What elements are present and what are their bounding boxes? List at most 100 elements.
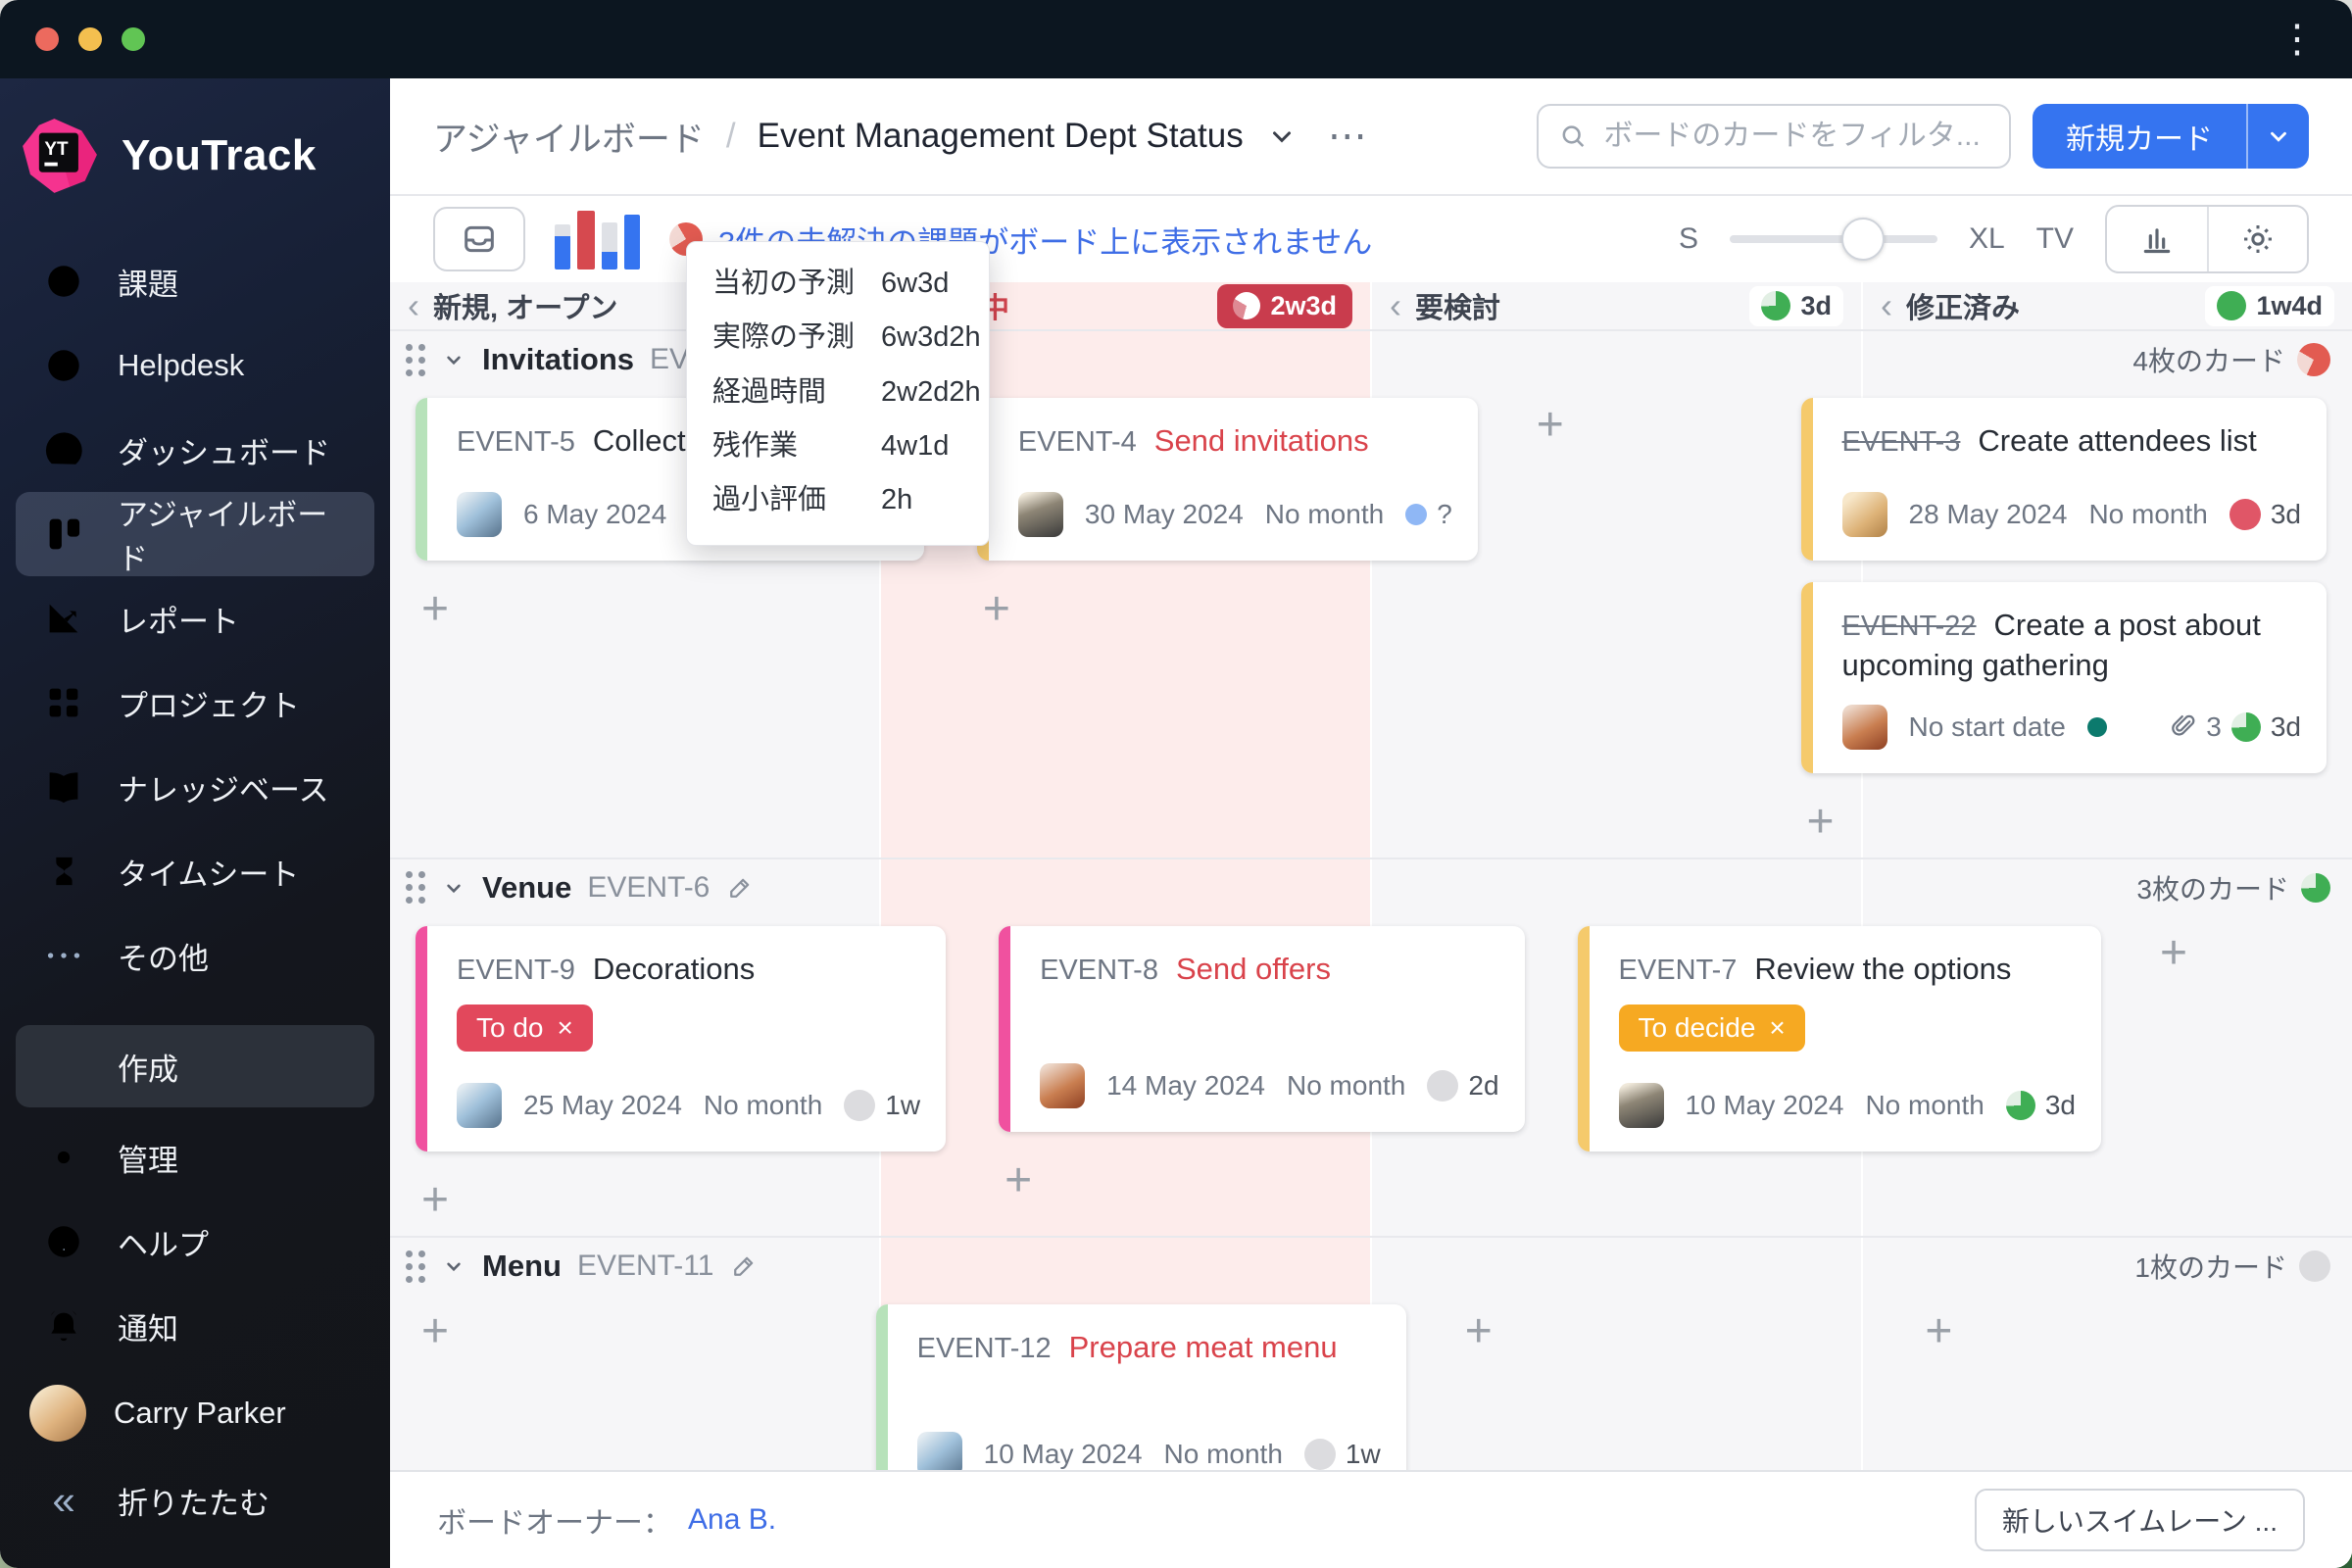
sidebar-item-issues[interactable]: 課題 xyxy=(0,239,390,323)
slider-knob[interactable] xyxy=(1840,218,1885,261)
card-event-9[interactable]: EVENT-9 Decorations To do × 25 May 2024 No… xyxy=(416,925,947,1152)
titlebar: ⋮ xyxy=(0,0,2352,78)
card-event-12[interactable]: EVENT-12 Prepare meat menu 10 May 2024 No… xyxy=(875,1304,1406,1470)
remove-tag-icon[interactable]: × xyxy=(1769,1012,1785,1044)
browser-menu-icon[interactable]: ⋮ xyxy=(2278,20,2317,59)
drag-handle-icon[interactable] xyxy=(406,871,425,905)
sidebar-item-reports[interactable]: レポート xyxy=(0,576,390,661)
tooltip-label: 残作業 xyxy=(712,430,799,463)
assignee-avatar[interactable] xyxy=(1841,704,1887,750)
swimlane-issue-id[interactable]: EVENT-6 xyxy=(587,871,710,905)
board-owner-link[interactable]: Ana B. xyxy=(688,1503,776,1537)
swimlane-title[interactable]: Menu xyxy=(482,1249,562,1284)
search-input[interactable] xyxy=(1603,120,1989,153)
card-event-7[interactable]: EVENT-7 Review the options To decide × 10 … xyxy=(1577,925,2101,1152)
tooltip-value: 6w3d2h xyxy=(881,321,981,354)
column-overdue-badge[interactable]: 2w3d xyxy=(1217,283,1352,328)
collapse-swimlane-icon[interactable] xyxy=(441,1253,466,1279)
sprint-dot-icon xyxy=(1405,504,1428,526)
chevron-down-icon[interactable] xyxy=(1267,122,1297,151)
column-time-badge[interactable]: 3d xyxy=(1749,285,1843,326)
sidebar-item-notifications[interactable]: 通知 xyxy=(0,1284,390,1368)
collapse-sidebar-button[interactable]: « 折りたたむ xyxy=(0,1458,390,1543)
card-event-22[interactable]: EVENT-22 Create a post about upcoming gat… xyxy=(1800,582,2327,773)
tag-to-decide[interactable]: To decide × xyxy=(1618,1004,1805,1053)
statistics-button[interactable] xyxy=(2107,207,2207,271)
card-date: 6 May 2024 xyxy=(523,499,667,530)
card-count-label: 3枚のカード xyxy=(2136,873,2289,905)
close-window-button[interactable] xyxy=(35,27,59,51)
time-circle-icon xyxy=(844,1090,876,1122)
column-name: 修正済み xyxy=(1906,293,2021,324)
sidebar-item-helpdesk[interactable]: Helpdesk xyxy=(0,323,390,408)
collapse-column-icon[interactable]: ‹ xyxy=(1390,288,1401,323)
sidebar-item-more[interactable]: その他 xyxy=(0,913,390,998)
swimlane-card-count: 4枚のカード xyxy=(2132,340,2330,379)
assignee-avatar[interactable] xyxy=(457,492,502,538)
board-more-icon[interactable]: ⋯ xyxy=(1328,114,1369,159)
swimlane-issue-id[interactable]: EVENT-11 xyxy=(577,1250,714,1283)
add-card-button[interactable]: + xyxy=(999,1153,1038,1216)
progress-chart-icon[interactable] xyxy=(555,209,640,270)
edit-pencil-icon[interactable] xyxy=(729,1251,759,1281)
time-circle-icon xyxy=(2217,291,2247,320)
breadcrumb[interactable]: アジャイルボード xyxy=(433,112,705,162)
assignee-avatar[interactable] xyxy=(457,1083,502,1129)
drag-handle-icon[interactable] xyxy=(406,1250,425,1283)
card-event-8[interactable]: EVENT-8 Send offers 14 May 2024 No month … xyxy=(999,925,1525,1133)
collapse-column-icon[interactable]: ‹ xyxy=(1881,288,1892,323)
minimize-window-button[interactable] xyxy=(78,27,102,51)
sidebar-item-knowledge-base[interactable]: ナレッジベース xyxy=(0,745,390,829)
sidebar-item-agile-boards[interactable]: アジャイルボード xyxy=(16,492,374,576)
maximize-window-button[interactable] xyxy=(122,27,145,51)
card-event-4[interactable]: EVENT-4 Send invitations 30 May 2024 No m… xyxy=(976,398,1478,562)
tv-mode-button[interactable]: TV xyxy=(2036,222,2074,256)
page-title[interactable]: Event Management Dept Status xyxy=(758,117,1244,156)
tag-label: To do xyxy=(476,1012,544,1044)
swimlane-title[interactable]: Invitations xyxy=(482,342,634,377)
sidebar-item-dashboards[interactable]: ダッシュボード xyxy=(0,408,390,492)
backlog-button[interactable] xyxy=(433,207,525,271)
collapse-swimlane-icon[interactable] xyxy=(441,875,466,901)
collapse-swimlane-icon[interactable] xyxy=(441,347,466,372)
create-button[interactable]: 作成 xyxy=(16,1025,374,1107)
new-card-label[interactable]: 新規カード xyxy=(2033,115,2246,158)
collapse-column-icon[interactable]: ‹ xyxy=(408,288,419,323)
add-card-button[interactable]: + xyxy=(2154,926,2193,989)
sidebar-item-administration[interactable]: 管理 xyxy=(0,1115,390,1200)
new-swimlane-button[interactable]: 新しいスイムレーン ... xyxy=(1974,1489,2305,1551)
assignee-avatar[interactable] xyxy=(1618,1083,1664,1129)
add-card-button[interactable]: + xyxy=(1459,1304,1498,1367)
assignee-avatar[interactable] xyxy=(1841,492,1887,538)
help-icon xyxy=(48,1226,79,1257)
assignee-avatar[interactable] xyxy=(1040,1063,1086,1109)
sidebar-item-timesheets[interactable]: タイムシート xyxy=(0,829,390,913)
board-settings-button[interactable] xyxy=(2207,207,2307,271)
swimlane-menu: Menu EVENT-11 1枚のカード + EVENT-12 Prepare … xyxy=(390,1236,2352,1470)
logo[interactable]: YT YouTrack xyxy=(0,96,390,239)
card-size-slider[interactable] xyxy=(1729,218,1937,261)
drag-handle-icon[interactable] xyxy=(406,343,425,376)
timesheets-icon xyxy=(56,857,73,886)
card-title: Prepare meat menu xyxy=(1068,1330,1338,1365)
sidebar-item-projects[interactable]: プロジェクト xyxy=(0,661,390,745)
add-card-button[interactable]: + xyxy=(416,1304,455,1367)
assignee-avatar[interactable] xyxy=(916,1432,962,1470)
swimlane-title[interactable]: Venue xyxy=(482,870,571,906)
column-time-badge[interactable]: 1w4d xyxy=(2205,285,2334,326)
add-card-button[interactable]: + xyxy=(1919,1304,1958,1367)
assignee-avatar[interactable] xyxy=(1017,492,1063,538)
add-card-button[interactable]: + xyxy=(1531,398,1570,461)
card-event-3[interactable]: EVENT-3 Create attendees list 28 May 2024… xyxy=(1800,398,2327,562)
remove-tag-icon[interactable]: × xyxy=(558,1012,573,1044)
user-menu[interactable]: Carry Parker xyxy=(0,1368,390,1458)
tag-to-do[interactable]: To do × xyxy=(457,1004,593,1053)
add-card-button[interactable]: + xyxy=(416,1173,455,1236)
edit-pencil-icon[interactable] xyxy=(725,873,755,903)
card-date: 28 May 2024 xyxy=(1908,499,2068,530)
add-card-button[interactable]: + xyxy=(1801,795,1840,858)
new-card-dropdown[interactable] xyxy=(2248,123,2309,149)
sidebar-item-help[interactable]: ヘルプ xyxy=(0,1200,390,1284)
add-card-button[interactable]: + xyxy=(977,582,1016,645)
add-card-button[interactable]: + xyxy=(416,582,455,645)
